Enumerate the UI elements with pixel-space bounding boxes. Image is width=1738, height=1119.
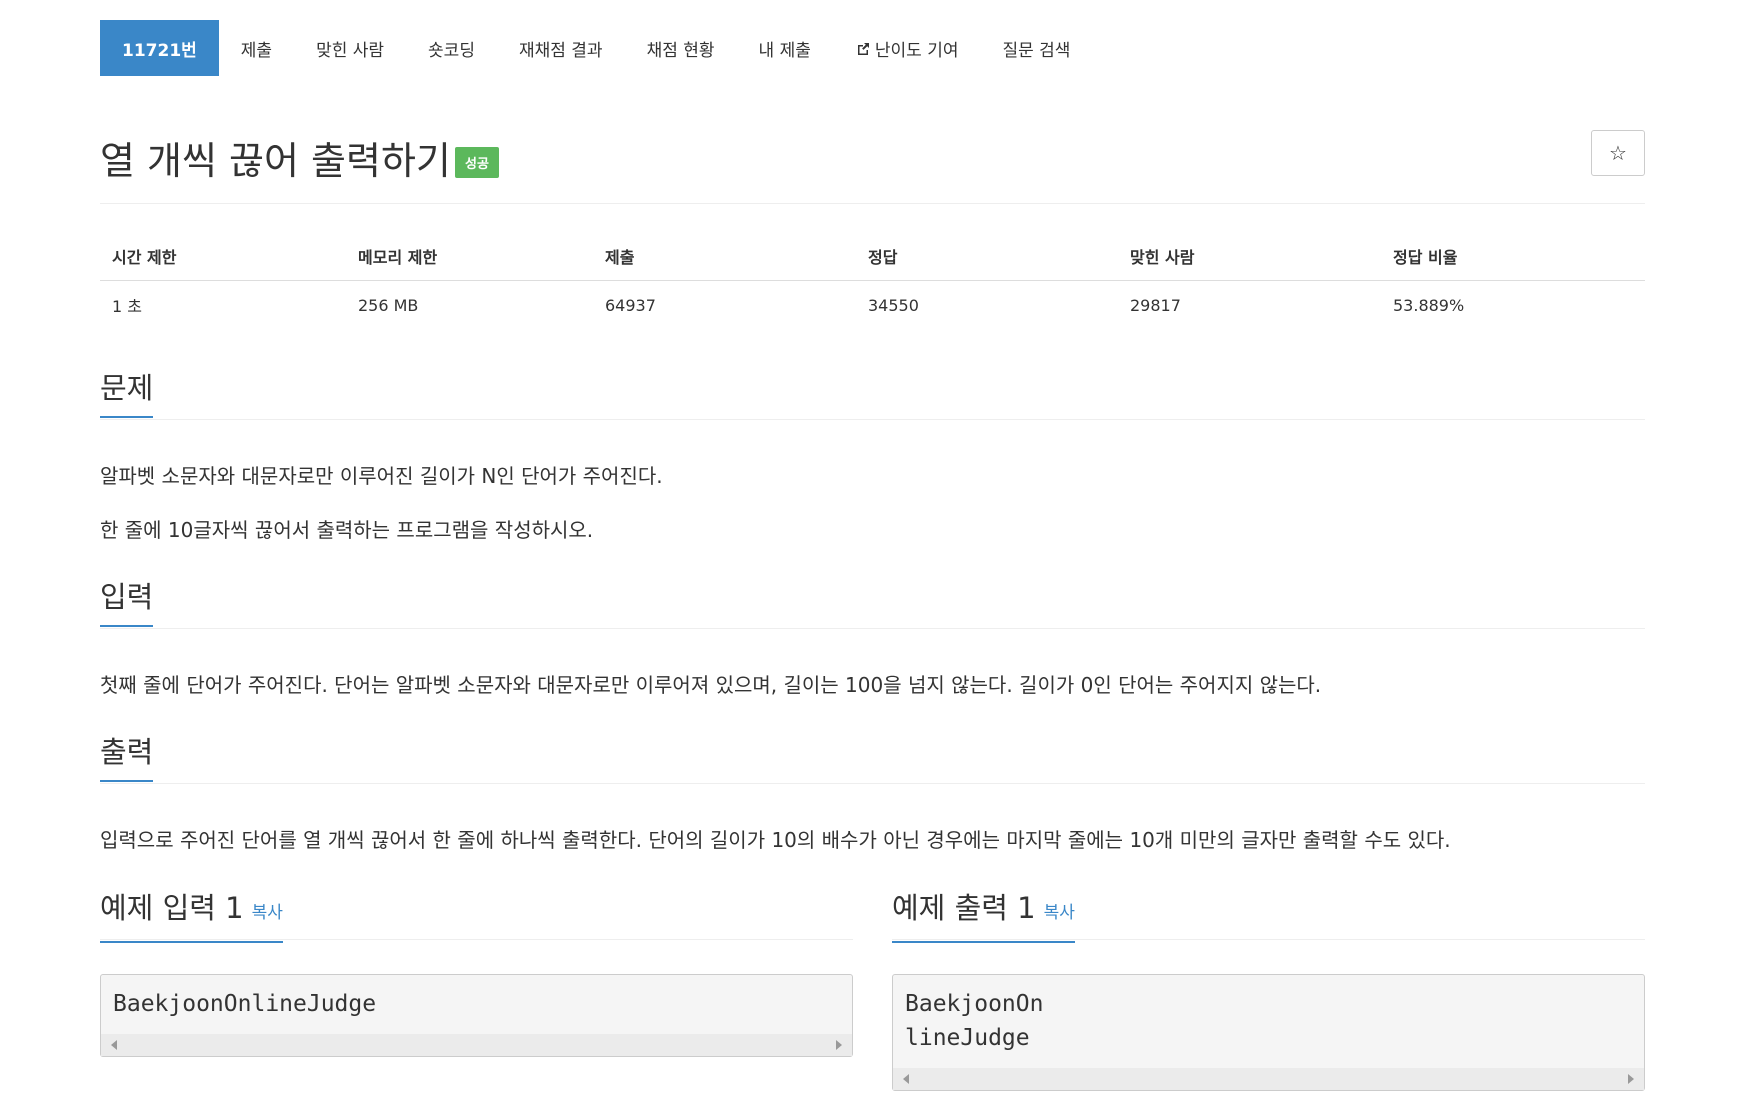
sample-input-copy-button[interactable]: 복사 <box>252 903 283 923</box>
tab-rejudge-results[interactable]: 재채점 결과 <box>497 20 625 76</box>
sample-output-scrollbar[interactable] <box>893 1068 1644 1090</box>
accept-ratio-value: 53.889% <box>1393 295 1465 315</box>
table-header-row: 시간 제한 메모리 제한 제출 정답 맞힌 사람 정답 비율 <box>100 232 1645 281</box>
scroll-left-icon[interactable] <box>111 1040 117 1050</box>
time-limit-value: 1 초 <box>112 297 142 316</box>
output-section-title: 출력 <box>100 732 154 782</box>
tab-my-submissions[interactable]: 내 제출 <box>737 20 833 76</box>
header-time-limit: 시간 제한 <box>100 232 346 281</box>
sample-input-title-text: 예제 입력 1 <box>100 891 244 925</box>
external-link-icon <box>855 41 871 57</box>
sample-output-box[interactable]: BaekjoonOn lineJudge <box>892 974 1645 1091</box>
memory-limit-value: 256 MB <box>358 295 419 315</box>
problem-description-line-1: 알파벳 소문자와 대문자로만 이루어진 길이가 N인 단어가 주어진다. <box>100 464 663 488</box>
scroll-left-icon[interactable] <box>903 1074 909 1084</box>
sample-output-copy-button[interactable]: 복사 <box>1044 903 1075 923</box>
header-memory-limit: 메모리 제한 <box>346 232 593 281</box>
header-accept-ratio: 정답 비율 <box>1381 232 1645 281</box>
problem-info-table: 시간 제한 메모리 제한 제출 정답 맞힌 사람 정답 비율 1 초 256 M… <box>100 232 1645 329</box>
page-title: 열 개씩 끊어 출력하기 <box>100 139 451 183</box>
header-accepted: 정답 <box>856 232 1118 281</box>
header-submissions: 제출 <box>593 232 856 281</box>
sample-input-content: BaekjoonOnlineJudge <box>113 991 377 1017</box>
tab-solved-users[interactable]: 맞힌 사람 <box>294 20 406 76</box>
submissions-value: 64937 <box>605 295 656 315</box>
header-solved-users: 맞힌 사람 <box>1118 232 1381 281</box>
sample-input-title: 예제 입력 1 복사 <box>100 888 283 943</box>
problem-section-header: 문제 <box>100 368 1645 420</box>
tab-difficulty-label: 난이도 기여 <box>874 40 959 61</box>
sample-input-box[interactable]: BaekjoonOnlineJudge <box>100 974 853 1057</box>
sample-input-header: 예제 입력 1 복사 <box>100 888 853 943</box>
sample-output-title-text: 예제 출력 1 <box>892 891 1036 925</box>
solved-users-value: 29817 <box>1130 295 1181 315</box>
sample-input-scrollbar[interactable] <box>101 1034 852 1056</box>
problem-header: 열 개씩 끊어 출력하기 성공 ☆ <box>100 124 1645 204</box>
scroll-right-icon[interactable] <box>836 1040 842 1050</box>
problem-nav-tabs: 11721번 제출 맞힌 사람 숏코딩 재채점 결과 채점 현황 내 제출 난이… <box>100 20 1092 76</box>
tab-difficulty-contribution[interactable]: 난이도 기여 <box>833 20 981 76</box>
scroll-right-icon[interactable] <box>1628 1074 1634 1084</box>
tab-short-coding[interactable]: 숏코딩 <box>406 20 497 76</box>
sample-output-content: BaekjoonOn lineJudge <box>905 991 1044 1051</box>
status-badge: 성공 <box>455 147 499 178</box>
output-description: 입력으로 주어진 단어를 열 개씩 끊어서 한 줄에 하나씩 출력한다. 단어의… <box>100 828 1451 852</box>
problem-section-title: 문제 <box>100 368 154 418</box>
sample-output-title: 예제 출력 1 복사 <box>892 888 1075 943</box>
tab-submit[interactable]: 제출 <box>219 20 294 76</box>
output-section-header: 출력 <box>100 732 1645 784</box>
input-section-title: 입력 <box>100 577 154 627</box>
tab-question-search[interactable]: 질문 검색 <box>980 20 1092 76</box>
accepted-value: 34550 <box>868 295 919 315</box>
star-icon: ☆ <box>1609 141 1627 165</box>
favorite-button[interactable]: ☆ <box>1591 130 1645 176</box>
sample-output-header: 예제 출력 1 복사 <box>892 888 1645 943</box>
input-description: 첫째 줄에 단어가 주어진다. 단어는 알파벳 소문자와 대문자로만 이루어져 … <box>100 673 1322 697</box>
input-section-header: 입력 <box>100 577 1645 629</box>
tab-judge-status[interactable]: 채점 현황 <box>625 20 737 76</box>
problem-description-line-2: 한 줄에 10글자씩 끊어서 출력하는 프로그램을 작성하시오. <box>100 518 594 542</box>
tab-problem-number[interactable]: 11721번 <box>100 20 219 76</box>
table-row: 1 초 256 MB 64937 34550 29817 53.889% <box>100 281 1645 330</box>
